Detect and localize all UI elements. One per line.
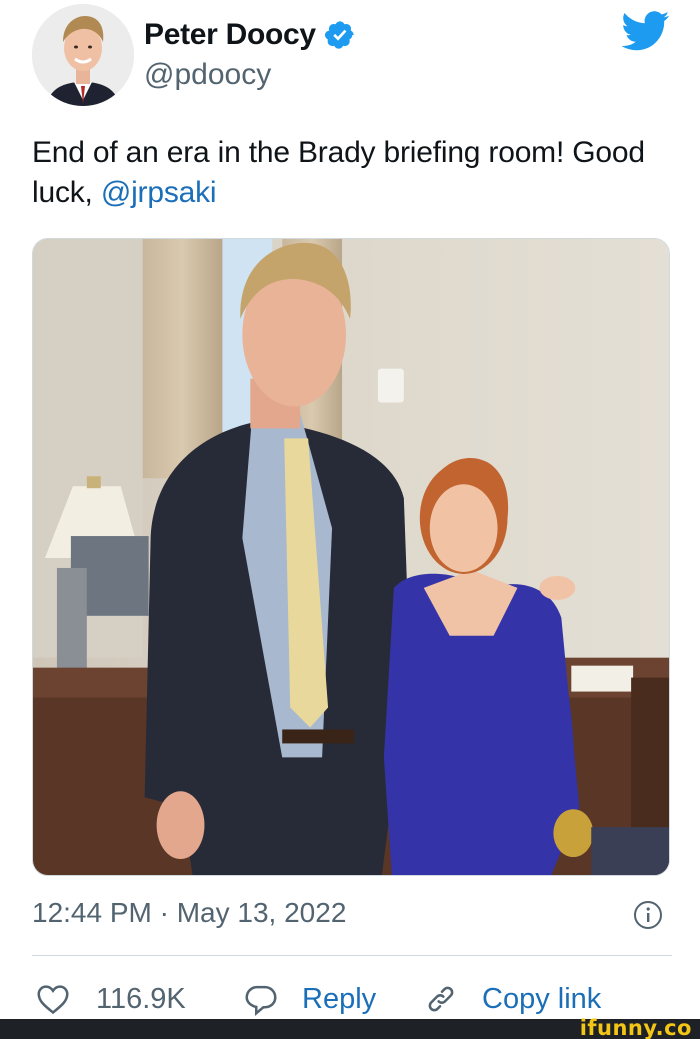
avatar-image — [32, 4, 134, 106]
tweet-timestamp[interactable]: 12:44 PM · May 13, 2022 — [32, 897, 346, 928]
photo-image — [33, 239, 669, 875]
copy-link-label: Copy link — [482, 982, 602, 1015]
tweet-header: Peter Doocy @pdoocy — [32, 4, 672, 114]
tweet-photo[interactable] — [32, 238, 670, 876]
mention-link[interactable]: @jrpsaki — [101, 176, 217, 209]
reply-button[interactable]: Reply — [242, 975, 376, 1023]
watermark-bar: ifunny.co — [0, 1016, 700, 1039]
info-icon[interactable] — [632, 899, 664, 931]
verified-badge-icon — [324, 19, 356, 51]
ifunny-watermark: ifunny.co — [579, 1016, 692, 1039]
copy-link-button[interactable]: Copy link — [422, 975, 601, 1023]
reply-label: Reply — [302, 982, 377, 1015]
like-button[interactable]: 116.9K — [34, 975, 186, 1023]
tweet-meta: 12:44 PM · May 13, 2022 — [32, 897, 672, 937]
reply-bubble-icon — [245, 985, 277, 1016]
author-avatar[interactable] — [32, 4, 134, 106]
author-handle[interactable]: @pdoocy — [144, 58, 356, 92]
heart-icon — [37, 985, 69, 1015]
author-display-name: Peter Doocy — [144, 18, 316, 51]
like-count: 116.9K — [96, 982, 186, 1015]
tweet-text: End of an era in the Brady briefing room… — [32, 133, 672, 213]
divider — [32, 955, 672, 956]
tweet-actions: 116.9K Reply Copy link — [32, 975, 672, 1023]
tweet-card: Peter Doocy @pdoocy End of an era in the… — [0, 0, 700, 1039]
link-icon — [428, 986, 454, 1012]
author-names: Peter Doocy @pdoocy — [144, 18, 356, 92]
author-display-name-row[interactable]: Peter Doocy — [144, 18, 356, 52]
twitter-bird-icon[interactable] — [621, 10, 670, 52]
